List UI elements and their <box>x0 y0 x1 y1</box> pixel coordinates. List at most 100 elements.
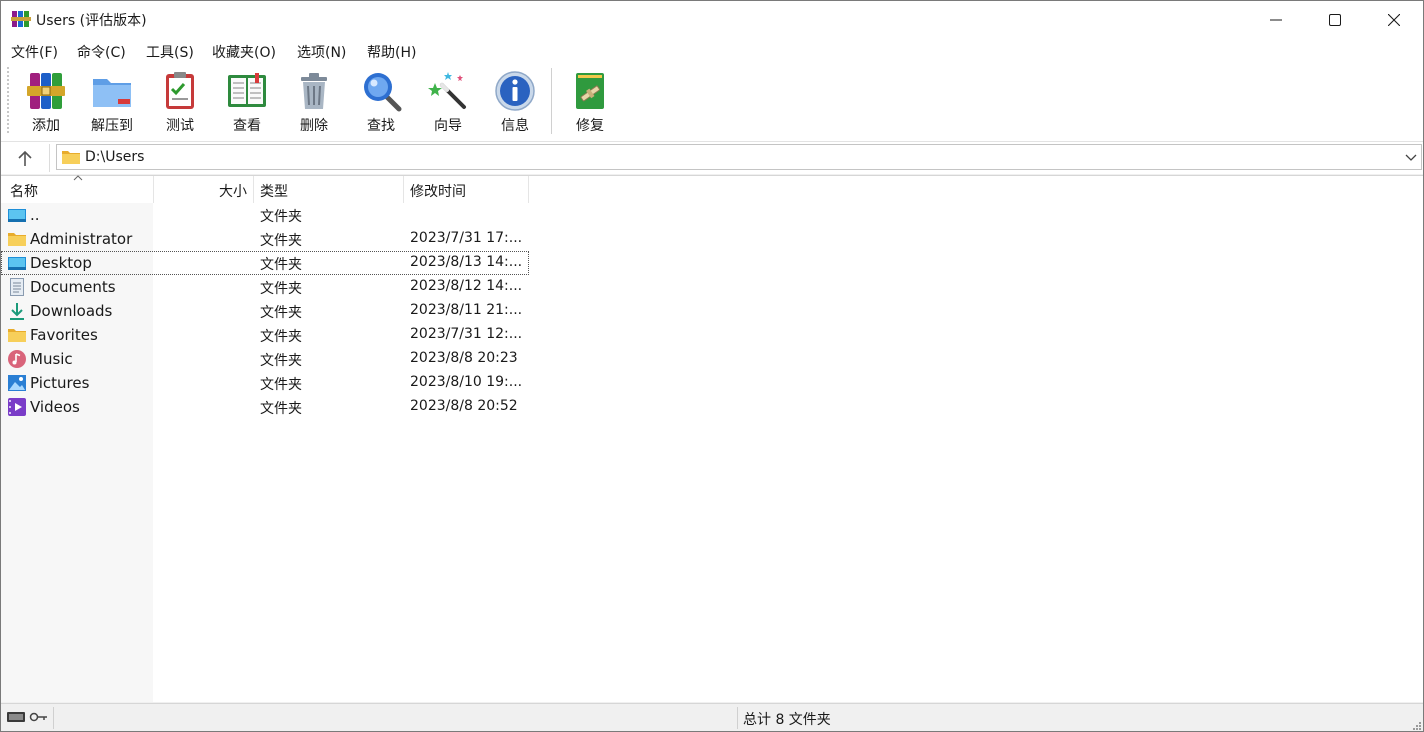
minimize-icon <box>1270 19 1282 20</box>
status-separator <box>53 707 54 729</box>
pictures-icon <box>8 375 26 391</box>
maximize-icon <box>1329 13 1341 26</box>
find-button[interactable]: 查找 <box>350 69 412 137</box>
list-item[interactable]: Videos 文件夹 2023/8/8 20:52 <box>1 395 529 419</box>
extract-to-label: 解压到 <box>91 118 133 134</box>
status-bar: 总计 8 文件夹 <box>1 703 1423 731</box>
find-magnifier-icon <box>364 73 402 112</box>
file-name: Downloads <box>30 302 113 320</box>
column-header-modified[interactable]: 修改时间 <box>404 176 529 203</box>
file-type: 文件夹 <box>260 353 302 369</box>
file-type: 文件夹 <box>260 281 302 297</box>
toolbar-separator <box>551 68 552 134</box>
menu-favorites[interactable]: 收藏夹(O) <box>212 42 276 62</box>
address-separator <box>49 144 50 172</box>
list-item[interactable]: Favorites 文件夹 2023/7/31 12:... <box>1 323 529 347</box>
file-name: .. <box>30 206 40 224</box>
winrar-app-icon <box>11 11 31 27</box>
delete-label: 删除 <box>300 118 328 134</box>
documents-icon <box>10 278 24 296</box>
parent-folder-icon <box>8 209 26 222</box>
window-title: Users (评估版本) <box>36 13 147 29</box>
add-button[interactable]: 添加 <box>15 69 77 137</box>
list-item[interactable]: Music 文件夹 2023/8/8 20:23 <box>1 347 529 371</box>
info-label: 信息 <box>501 118 529 134</box>
minimize-button[interactable] <box>1247 1 1305 38</box>
toolbar-grip[interactable] <box>7 67 9 133</box>
address-path: D:\Users <box>85 149 145 165</box>
test-label: 测试 <box>166 118 194 134</box>
view-button[interactable]: 查看 <box>216 69 278 137</box>
file-name: Videos <box>30 398 80 416</box>
column-header-name[interactable]: 名称 <box>1 175 154 203</box>
wizard-wand-icon <box>428 72 466 109</box>
menu-help[interactable]: 帮助(H) <box>367 42 416 62</box>
list-item[interactable]: Documents 文件夹 2023/8/12 14:... <box>1 275 529 299</box>
file-modified: 2023/8/11 21:... <box>410 302 523 318</box>
test-button[interactable]: 测试 <box>149 69 211 137</box>
menu-commands[interactable]: 命令(C) <box>77 42 126 62</box>
file-type: 文件夹 <box>260 257 302 273</box>
folder-icon <box>8 329 26 342</box>
file-modified: 2023/8/8 20:52 <box>410 398 518 414</box>
list-item-focused[interactable]: Desktop 文件夹 2023/8/13 14:... <box>1 251 529 275</box>
close-icon <box>1388 13 1400 26</box>
up-button[interactable] <box>13 147 37 169</box>
status-separator <box>737 707 738 729</box>
file-name: Desktop <box>30 254 92 272</box>
test-clipboard-icon <box>166 72 194 109</box>
file-modified: 2023/8/8 20:23 <box>410 350 518 366</box>
desktop-icon <box>8 257 26 270</box>
extract-to-button[interactable]: 解压到 <box>81 69 143 137</box>
menu-options[interactable]: 选项(N) <box>297 42 346 62</box>
delete-button[interactable]: 删除 <box>283 69 345 137</box>
file-name: Administrator <box>30 230 133 248</box>
list-item[interactable]: Downloads 文件夹 2023/8/11 21:... <box>1 299 529 323</box>
arrow-up-icon <box>18 150 32 166</box>
menu-file[interactable]: 文件(F) <box>11 42 58 62</box>
column-header-type[interactable]: 类型 <box>254 176 404 203</box>
repair-label: 修复 <box>576 118 604 134</box>
file-name: Documents <box>30 278 116 296</box>
menu-tools[interactable]: 工具(S) <box>146 42 194 62</box>
column-header-size-label: 大小 <box>219 184 247 200</box>
address-bar: D:\Users <box>1 142 1423 174</box>
status-summary: 总计 8 文件夹 <box>743 712 831 728</box>
file-type: 文件夹 <box>260 209 302 225</box>
toolbar: 添加 解压到 测试 查看 删除 查找 向导 信息 修复 <box>1 63 1423 142</box>
find-label: 查找 <box>367 118 395 134</box>
folder-icon <box>62 151 80 164</box>
wizard-label: 向导 <box>434 118 462 134</box>
address-field[interactable]: D:\Users <box>56 144 1422 170</box>
sort-ascending-icon <box>73 175 83 181</box>
downloads-icon <box>10 303 24 320</box>
file-modified: 2023/7/31 12:... <box>410 326 523 342</box>
extract-folder-icon <box>93 79 131 107</box>
list-item[interactable]: Pictures 文件夹 2023/8/10 19:... <box>1 371 529 395</box>
view-label: 查看 <box>233 118 261 134</box>
column-header-size[interactable]: 大小 <box>154 176 254 203</box>
videos-icon <box>8 398 26 416</box>
file-type: 文件夹 <box>260 233 302 249</box>
file-modified: 2023/7/31 17:... <box>410 230 523 246</box>
list-item[interactable]: .. 文件夹 <box>1 203 529 227</box>
add-label: 添加 <box>32 118 60 134</box>
close-button[interactable] <box>1365 1 1423 38</box>
info-button[interactable]: 信息 <box>484 69 546 137</box>
music-icon <box>8 350 26 368</box>
repair-button[interactable]: 修复 <box>559 69 621 137</box>
resize-grip-icon[interactable] <box>1411 720 1421 730</box>
file-list[interactable]: 名称 大小 类型 修改时间 .. 文件夹 Administrator 文件夹 2… <box>1 175 1423 702</box>
drive-key-icon[interactable] <box>7 710 49 724</box>
file-modified: 2023/8/10 19:... <box>410 374 523 390</box>
column-header-name-label: 名称 <box>10 184 38 200</box>
wizard-button[interactable]: 向导 <box>417 69 479 137</box>
title-bar: Users (评估版本) <box>1 1 1423 38</box>
list-item[interactable]: Administrator 文件夹 2023/7/31 17:... <box>1 227 529 251</box>
file-type: 文件夹 <box>260 377 302 393</box>
file-name: Favorites <box>30 326 98 344</box>
maximize-button[interactable] <box>1306 1 1364 38</box>
trash-icon <box>301 73 327 109</box>
file-type: 文件夹 <box>260 305 302 321</box>
chevron-down-icon[interactable] <box>1405 151 1417 163</box>
